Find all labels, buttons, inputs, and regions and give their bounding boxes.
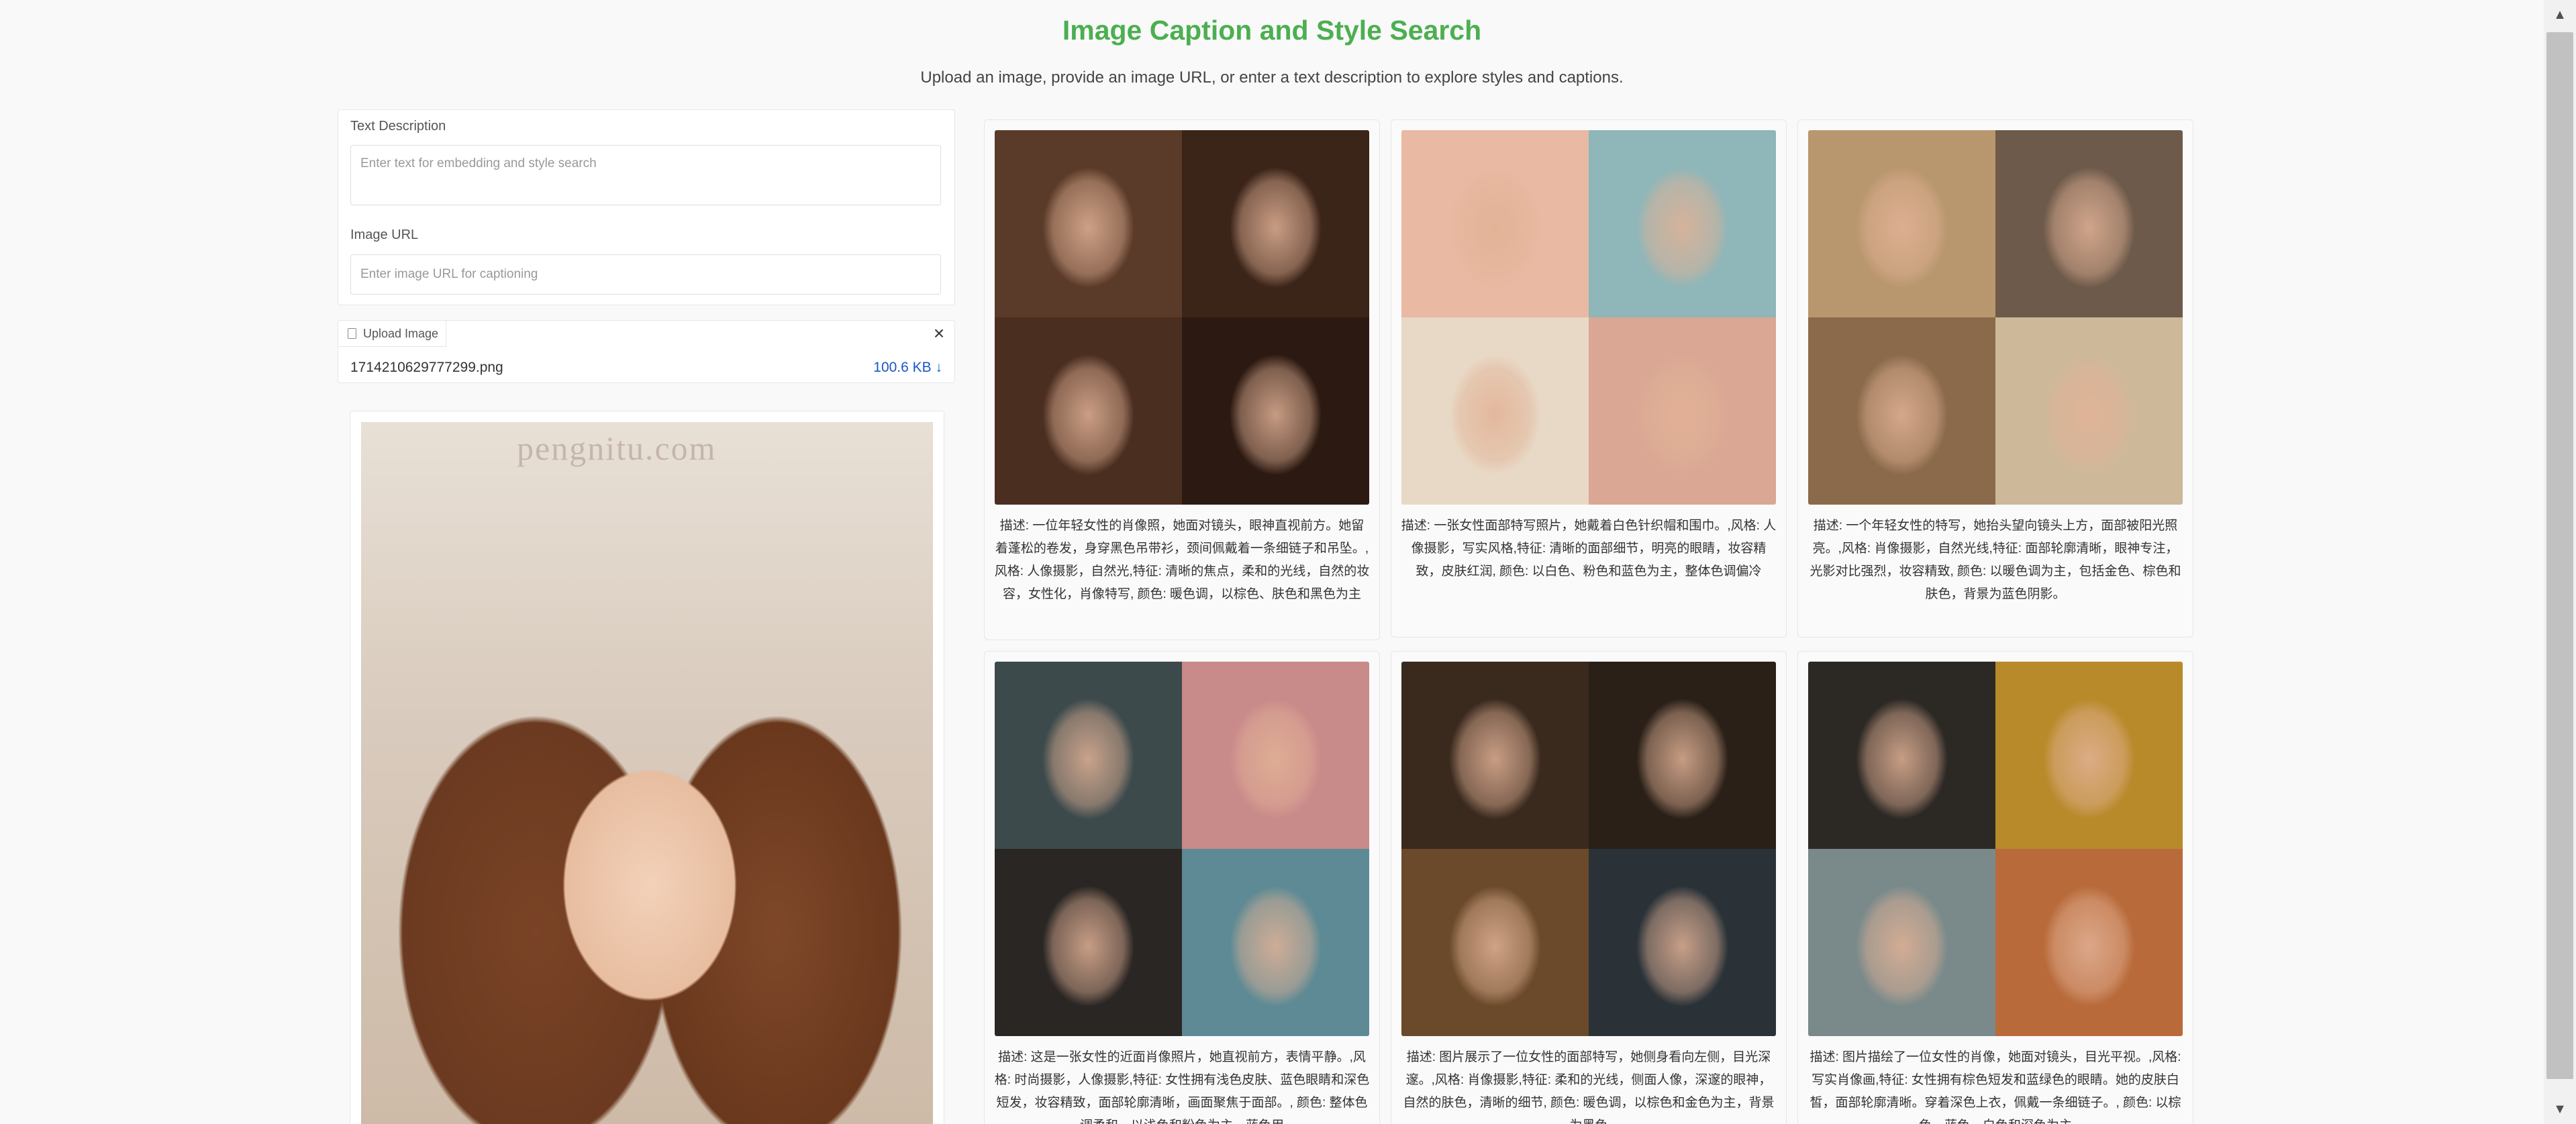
text-description-input[interactable] [350, 145, 941, 205]
result-caption: 描述: 一位年轻女性的肖像照，她面对镜头，眼神直视前方。她留着蓬松的卷发，身穿黑… [994, 519, 1370, 601]
watermark: pengnitu.com [517, 429, 717, 467]
result-image-tile [1182, 317, 1369, 505]
image-url-input[interactable] [350, 254, 941, 295]
text-description-label: Text Description [350, 119, 446, 134]
upload-image-tab[interactable]: Upload Image [338, 321, 446, 347]
result-image-tile [1182, 662, 1369, 849]
result-card[interactable]: 描述: 图片展示了一位女性的面部特写，她侧身看向左侧，目光深邃。,风格: 肖像摄… [1391, 651, 1787, 1124]
result-image-tile [1589, 849, 1776, 1036]
result-image[interactable] [1808, 662, 2183, 1036]
file-name: 1714210629777299.png [350, 360, 503, 375]
result-image[interactable] [1401, 662, 1776, 1036]
result-image-tile [1401, 662, 1589, 849]
result-image-tile [1808, 317, 1995, 505]
result-image-tile [1589, 317, 1776, 505]
result-image-tile [1589, 130, 1776, 317]
result-caption: 描述: 这是一张女性的近面肖像照片，她直视前方，表情平静。,风格: 时尚摄影，人… [994, 1050, 1370, 1124]
result-card[interactable]: 描述: 图片描绘了一位女性的肖像，她面对镜头，目光平视。,风格: 写实肖像画,特… [1797, 651, 2193, 1124]
result-card[interactable]: 描述: 这是一张女性的近面肖像照片，她直视前方，表情平静。,风格: 时尚摄影，人… [984, 651, 1380, 1124]
result-card[interactable]: 描述: 一位年轻女性的肖像照，她面对镜头，眼神直视前方。她留着蓬松的卷发，身穿黑… [984, 119, 1380, 640]
result-card[interactable]: 描述: 一张女性面部特写照片，她戴着白色针织帽和围巾。,风格: 人像摄影，写实风… [1391, 119, 1787, 637]
page-subtitle: Upload an image, provide an image URL, o… [920, 68, 1624, 87]
result-caption: 描述: 一个年轻女性的特写，她抬头望向镜头上方，面部被阳光照亮。,风格: 肖像摄… [1810, 519, 2181, 601]
preview-image: pengnitu.com [361, 422, 933, 1124]
image-url-label: Image URL [350, 227, 419, 242]
result-image-tile [1995, 130, 2183, 317]
result-image-tile [995, 662, 1182, 849]
result-image-tile [1401, 130, 1589, 317]
result-image-tile [995, 317, 1182, 505]
result-image-tile [1995, 849, 2183, 1036]
scrollbar[interactable]: ▲ ▼ [2544, 0, 2576, 1124]
upload-image-label: Upload Image [363, 326, 439, 340]
result-image-tile [1995, 662, 2183, 849]
file-size-download-link[interactable]: 100.6 KB ↓ [873, 360, 942, 376]
result-image[interactable] [995, 662, 1369, 1036]
scroll-down-arrow-icon[interactable]: ▼ [2544, 1094, 2576, 1124]
result-caption: 描述: 一张女性面部特写照片，她戴着白色针织帽和围巾。,风格: 人像摄影，写实风… [1401, 519, 1777, 578]
result-image-tile [1808, 662, 1995, 849]
page-title: Image Caption and Style Search [1062, 15, 1482, 46]
page: Image Caption and Style Search Upload an… [0, 0, 2576, 1124]
result-image-tile [1401, 849, 1589, 1036]
result-caption: 描述: 图片描绘了一位女性的肖像，她面对镜头，目光平视。,风格: 写实肖像画,特… [1810, 1050, 2181, 1124]
uploaded-image-preview: pengnitu.com [350, 411, 944, 1124]
result-image-tile [995, 130, 1182, 317]
result-image-tile [1995, 317, 2183, 505]
result-card[interactable]: 描述: 一个年轻女性的特写，她抬头望向镜头上方，面部被阳光照亮。,风格: 肖像摄… [1797, 119, 2193, 637]
result-image-tile [1182, 849, 1369, 1036]
result-image-tile [1589, 662, 1776, 849]
file-icon [348, 328, 356, 339]
result-image-tile [1401, 317, 1589, 505]
result-image[interactable] [995, 130, 1369, 505]
result-image[interactable] [1808, 130, 2183, 505]
result-caption: 描述: 图片展示了一位女性的面部特写，她侧身看向左侧，目光深邃。,风格: 肖像摄… [1403, 1050, 1775, 1124]
search-form: Text Description Image URL [338, 109, 955, 305]
result-image[interactable] [1401, 130, 1776, 505]
result-image-tile [1808, 130, 1995, 317]
scroll-up-arrow-icon[interactable]: ▲ [2544, 0, 2576, 30]
upload-panel: Upload Image × 1714210629777299.png 100.… [338, 320, 955, 383]
result-image-tile [1808, 849, 1995, 1036]
result-image-tile [1182, 130, 1369, 317]
scroll-thumb[interactable] [2546, 32, 2573, 1079]
close-button[interactable]: × [929, 323, 949, 344]
result-image-tile [995, 849, 1182, 1036]
